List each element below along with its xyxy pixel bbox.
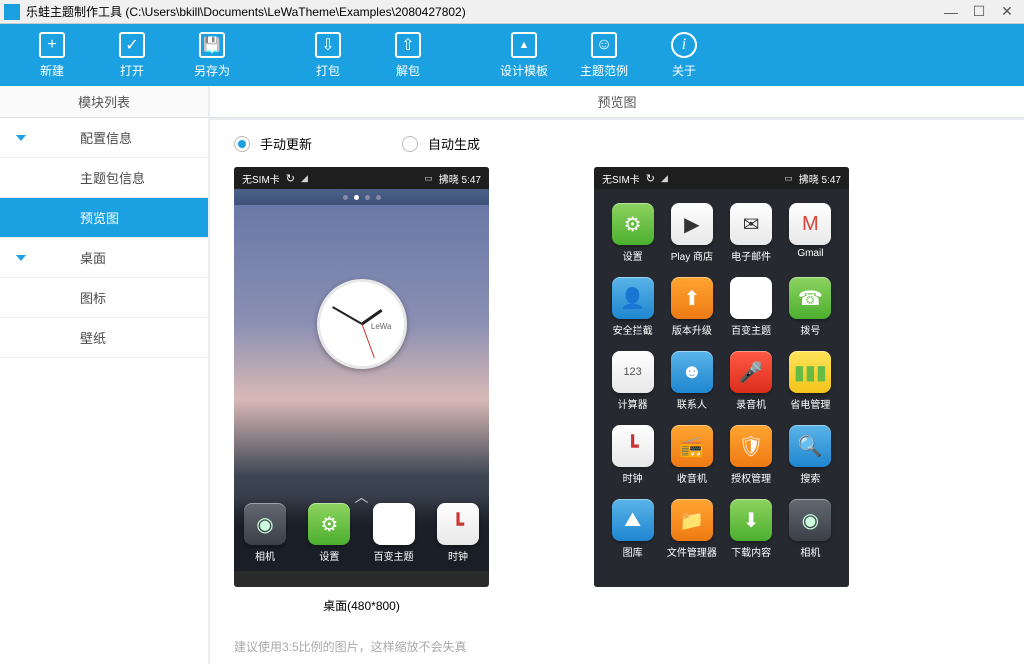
preview-caption: 桌面(480*800) (323, 597, 400, 614)
upgrade-icon: ⬆ (671, 277, 713, 319)
unpack-button[interactable]: 解包 (368, 32, 448, 79)
radio-auto[interactable]: 自动生成 (402, 134, 480, 153)
sync-icon: ↻ (286, 172, 295, 185)
radio-dot-icon (402, 136, 418, 152)
radio-manual[interactable]: 手动更新 (234, 134, 312, 153)
template-icon (511, 32, 537, 58)
phone-dock: ◉相机 ⚙设置 百变主题 ┗时钟 (234, 497, 489, 571)
camera-icon: ◉ (244, 503, 286, 545)
about-icon (671, 32, 697, 58)
power-icon: ▮▮▮ (789, 351, 831, 393)
radio-icon: 📻 (671, 425, 713, 467)
theme-icon (730, 277, 772, 319)
template-button[interactable]: 设计模板 (484, 32, 564, 79)
battery-icon: ▭ (784, 173, 793, 184)
main-toolbar: 新建 打开 另存为 打包 解包 设计模板 主题范例 关于 (0, 24, 1024, 86)
phone-app-grid: ⚙设置 ▶Play 商店 ✉电子邮件 MGmail 👤安全拦截 ⬆版本升级 百变… (594, 199, 849, 587)
calc-icon: 123 (612, 351, 654, 393)
about-button[interactable]: 关于 (644, 32, 724, 79)
clock-icon: ┗ (437, 503, 479, 545)
content-body: 手动更新 自动生成 无SIM卡↻◢ ▭拂晓 5:47 LeWa (210, 120, 1024, 664)
window-title: 乐蛙主题制作工具 (C:\Users\bkill\Documents\LeWaT… (26, 3, 938, 20)
titlebar: 乐蛙主题制作工具 (C:\Users\bkill\Documents\LeWaT… (0, 0, 1024, 24)
pack-button[interactable]: 打包 (288, 32, 368, 79)
page-indicator (234, 189, 489, 205)
phone-preview-1: 无SIM卡↻◢ ▭拂晓 5:47 LeWa ︿ ◉相机 (234, 167, 489, 587)
email-icon: ✉ (730, 203, 772, 245)
gallery-icon: ⛰ (612, 499, 654, 541)
pack-icon (315, 32, 341, 58)
app-icon (4, 4, 20, 20)
open-button[interactable]: 打开 (92, 32, 172, 79)
save-icon (199, 32, 225, 58)
sync-icon: ↻ (646, 172, 655, 185)
clock-widget: LeWa (317, 279, 407, 369)
sidebar-item-themepkg[interactable]: 主题包信息 (0, 158, 208, 198)
auth-icon: 🛡 (730, 425, 772, 467)
phone-statusbar: 无SIM卡↻◢ ▭拂晓 5:47 (594, 167, 849, 189)
camera-icon: ◉ (789, 499, 831, 541)
settings-icon: ⚙ (308, 503, 350, 545)
theme-icon (373, 503, 415, 545)
saveas-button[interactable]: 另存为 (172, 32, 252, 79)
minimize-button[interactable]: — (938, 3, 964, 21)
radio-dot-icon (234, 136, 250, 152)
open-icon (119, 32, 145, 58)
sidebar-item-config[interactable]: 配置信息 (0, 118, 208, 158)
sidebar-item-icons[interactable]: 图标 (0, 278, 208, 318)
signal-icon: ◢ (661, 173, 668, 184)
close-button[interactable]: ✕ (994, 3, 1020, 21)
playstore-icon: ▶ (671, 203, 713, 245)
settings-icon: ⚙ (612, 203, 654, 245)
clock-icon: ┗ (612, 425, 654, 467)
phone-preview-2: 无SIM卡↻◢ ▭拂晓 5:47 ⚙设置 ▶Play 商店 ✉电子邮件 MGma… (594, 167, 849, 587)
preview-desktop[interactable]: 无SIM卡↻◢ ▭拂晓 5:47 LeWa ︿ ◉相机 (234, 167, 489, 614)
sidebar-item-desktop[interactable]: 桌面 (0, 238, 208, 278)
sidebar: 模块列表 配置信息 主题包信息 预览图 桌面 图标 壁纸 (0, 86, 208, 664)
gmail-icon: M (789, 203, 831, 245)
maximize-button[interactable]: ☐ (966, 3, 992, 21)
new-icon (39, 32, 65, 58)
phone-statusbar: 无SIM卡↻◢ ▭拂晓 5:47 (234, 167, 489, 189)
sidebar-item-preview[interactable]: 预览图 (0, 198, 208, 238)
example-button[interactable]: 主题范例 (564, 32, 644, 79)
new-button[interactable]: 新建 (12, 32, 92, 79)
sidebar-header: 模块列表 (0, 86, 208, 118)
unpack-icon (395, 32, 421, 58)
search-icon: 🔍 (789, 425, 831, 467)
example-icon (591, 32, 617, 58)
files-icon: 📁 (671, 499, 713, 541)
sidebar-item-wallpaper[interactable]: 壁纸 (0, 318, 208, 358)
downloads-icon: ⬇ (730, 499, 772, 541)
preview-appgrid[interactable]: 无SIM卡↻◢ ▭拂晓 5:47 ⚙设置 ▶Play 商店 ✉电子邮件 MGma… (594, 167, 849, 614)
recorder-icon: 🎤 (730, 351, 772, 393)
signal-icon: ◢ (301, 173, 308, 184)
battery-icon: ▭ (424, 173, 433, 184)
security-icon: 👤 (612, 277, 654, 319)
dial-icon: ☎ (789, 277, 831, 319)
content-header: 预览图 (210, 86, 1024, 118)
hint-text: 建议使用3:5比例的图片，这样缩放不会失真 (234, 638, 1000, 655)
contacts-icon: ☻ (671, 351, 713, 393)
